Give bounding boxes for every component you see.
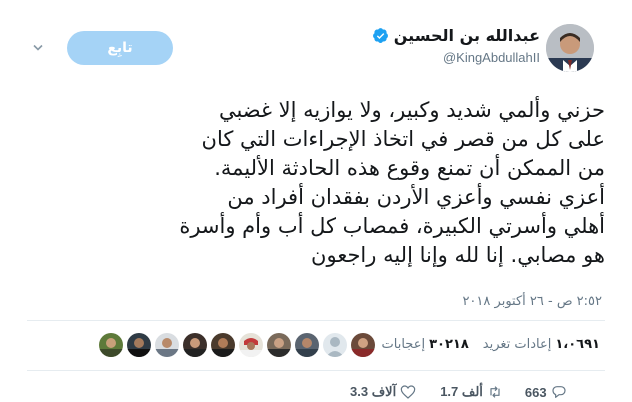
reply-count: 663 — [524, 384, 547, 400]
liker-avatar[interactable] — [127, 333, 151, 357]
retweet-stat-count: ١،٠٦٩١ — [555, 337, 600, 352]
author-handle[interactable]: @KingAbdullahII — [443, 50, 540, 65]
tweet-text: حزني وألمي شديد وكبير، ولا يوازيه إلا غض… — [25, 96, 605, 270]
tweet-timestamp[interactable]: ٢:٥٢ ص - ٢٦ أكتوبر ٢٠١٨ — [462, 294, 602, 309]
chevron-down-icon[interactable] — [33, 44, 43, 52]
retweet-stat[interactable]: ١،٠٦٩١ إعادات تغريد — [483, 337, 600, 352]
author-name-row[interactable]: عبدالله بن الحسين — [372, 26, 540, 45]
tweet-text-line: على كل من قصر في اتخاذ الإجراءات التي كا… — [201, 127, 605, 151]
tweet-card: عبدالله بن الحسين @KingAbdullahII تابِع … — [0, 0, 632, 402]
liker-avatar[interactable] — [239, 333, 263, 357]
liker-avatar[interactable] — [323, 333, 347, 357]
liker-avatar[interactable] — [183, 333, 207, 357]
retweet-stat-label: إعادات تغريد — [482, 337, 552, 352]
verified-badge-icon — [372, 28, 388, 43]
likes-stat-count: ٣٠٢١٨ — [429, 337, 469, 352]
likes-stat[interactable]: ٣٠٢١٨ إعجابات — [382, 337, 469, 352]
tweet-text-line: حزني وألمي شديد وكبير، ولا يوازيه إلا غض… — [218, 98, 605, 122]
tweet-stats: ١،٠٦٩١ إعادات تغريد ٣٠٢١٨ إعجابات — [382, 337, 600, 352]
reply-action[interactable]: 663 — [525, 384, 567, 400]
tweet-text-line: من الممكن أن تمنع وقوع هذه الحادثة الألي… — [214, 156, 605, 180]
tweet-text-line: أهلي وأسرتي الكبيرة، فمصاب كل أب وأم وأس… — [179, 214, 605, 238]
liker-avatar[interactable] — [99, 333, 123, 357]
liker-avatar[interactable] — [351, 333, 375, 357]
retweet-icon — [490, 386, 500, 398]
like-count: 3.3 آلاف — [350, 384, 397, 399]
follow-button[interactable]: تابِع — [67, 31, 173, 65]
retweet-count: 1.7 ألف — [440, 384, 483, 399]
author-avatar[interactable] — [546, 24, 594, 72]
like-action[interactable]: 3.3 آلاف — [350, 384, 416, 400]
tweet-text-line: هو مصابي. إنا لله وإنا إليه راجعون — [311, 243, 605, 267]
divider — [27, 370, 605, 371]
like-icon — [400, 385, 416, 399]
tweet-actions: 3.3 آلاف 1.7 ألف 663 — [350, 384, 567, 400]
divider — [27, 320, 605, 321]
retweet-action[interactable]: 1.7 ألف — [440, 384, 503, 400]
reply-icon — [552, 386, 566, 398]
likes-stat-label: إعجابات — [381, 337, 426, 352]
liker-avatar[interactable] — [267, 333, 291, 357]
liker-avatar[interactable] — [211, 333, 235, 357]
author-display-name[interactable]: عبدالله بن الحسين — [394, 26, 540, 45]
liker-avatars — [99, 333, 375, 357]
liker-avatar[interactable] — [295, 333, 319, 357]
liker-avatar[interactable] — [155, 333, 179, 357]
tweet-text-line: أعزي نفسي وأعزي الأردن بفقدان أفراد من — [227, 185, 605, 209]
